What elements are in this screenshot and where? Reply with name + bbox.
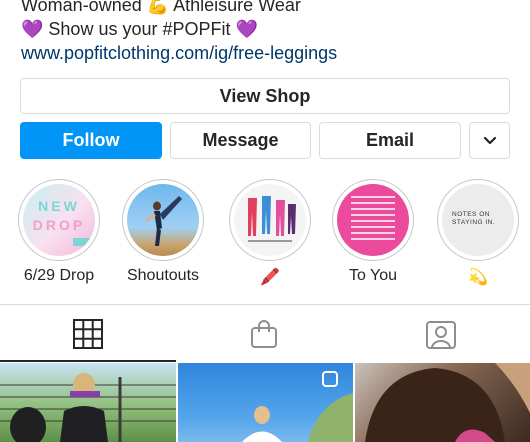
grid-post[interactable]: [355, 363, 530, 442]
tagged-icon: [426, 321, 456, 349]
highlight-label: 🖍️: [260, 269, 280, 286]
highlight-cover: [234, 184, 306, 256]
cover-text-notes: NOTES ON STAYING IN.: [452, 211, 496, 226]
follow-button[interactable]: Follow: [20, 122, 162, 159]
message-button[interactable]: Message: [170, 122, 311, 159]
highlight-label: Shoutouts: [126, 267, 200, 284]
cover-text-drop: DROP: [32, 217, 86, 233]
cover-text-new: NEW: [38, 198, 80, 214]
highlight-cover: NOTES ON STAYING IN.: [442, 184, 514, 256]
highlight-cover: NEW DROP: [23, 184, 95, 256]
cover-decoration: [73, 238, 95, 246]
highlight-label: To You: [348, 267, 398, 284]
highlight-ring: [332, 179, 414, 261]
highlight-ring: NEW DROP: [18, 179, 100, 261]
grid-post[interactable]: [0, 363, 176, 442]
tab-shop[interactable]: [244, 314, 284, 354]
tab-tagged[interactable]: [421, 314, 461, 354]
cover-text-lines: [351, 196, 395, 244]
highlight-cover: [127, 184, 199, 256]
view-shop-button[interactable]: View Shop: [20, 78, 510, 114]
bio-line-1: Woman-owned 💪 Athleisure Wear: [21, 0, 301, 15]
post-photo-hair: [365, 363, 530, 442]
highlight-ring: [229, 179, 311, 261]
shop-bag-icon: [251, 320, 277, 348]
section-divider: [0, 304, 530, 305]
bio-line-2: 💜 Show us your #POPFit 💜: [21, 19, 258, 39]
multiple-photos-icon: [322, 371, 338, 387]
highlight-ring: [122, 179, 204, 261]
leggings-collage-image: [248, 196, 296, 242]
suggested-dropdown-button[interactable]: [469, 122, 510, 159]
grid-icon: [73, 319, 103, 349]
highlight-label: 6/29 Drop: [23, 267, 95, 284]
highlight-ring: NOTES ON STAYING IN.: [437, 179, 519, 261]
highlight-cover: [337, 184, 409, 256]
post-photo-fence: [0, 373, 176, 442]
active-tab-indicator: [0, 360, 176, 362]
email-button[interactable]: Email: [319, 122, 461, 159]
person-kicking-image: [145, 196, 182, 246]
post-photo-sky: [242, 371, 353, 442]
tab-posts-grid[interactable]: [68, 314, 108, 354]
grid-post[interactable]: [178, 363, 353, 442]
highlight-label: 💫: [468, 269, 488, 286]
bio-website-link[interactable]: www.popfitclothing.com/ig/free-leggings: [21, 41, 521, 65]
profile-bio: Woman-owned 💪 Athleisure Wear 💜 Show us …: [21, 0, 521, 65]
chevron-down-icon: [483, 136, 496, 144]
